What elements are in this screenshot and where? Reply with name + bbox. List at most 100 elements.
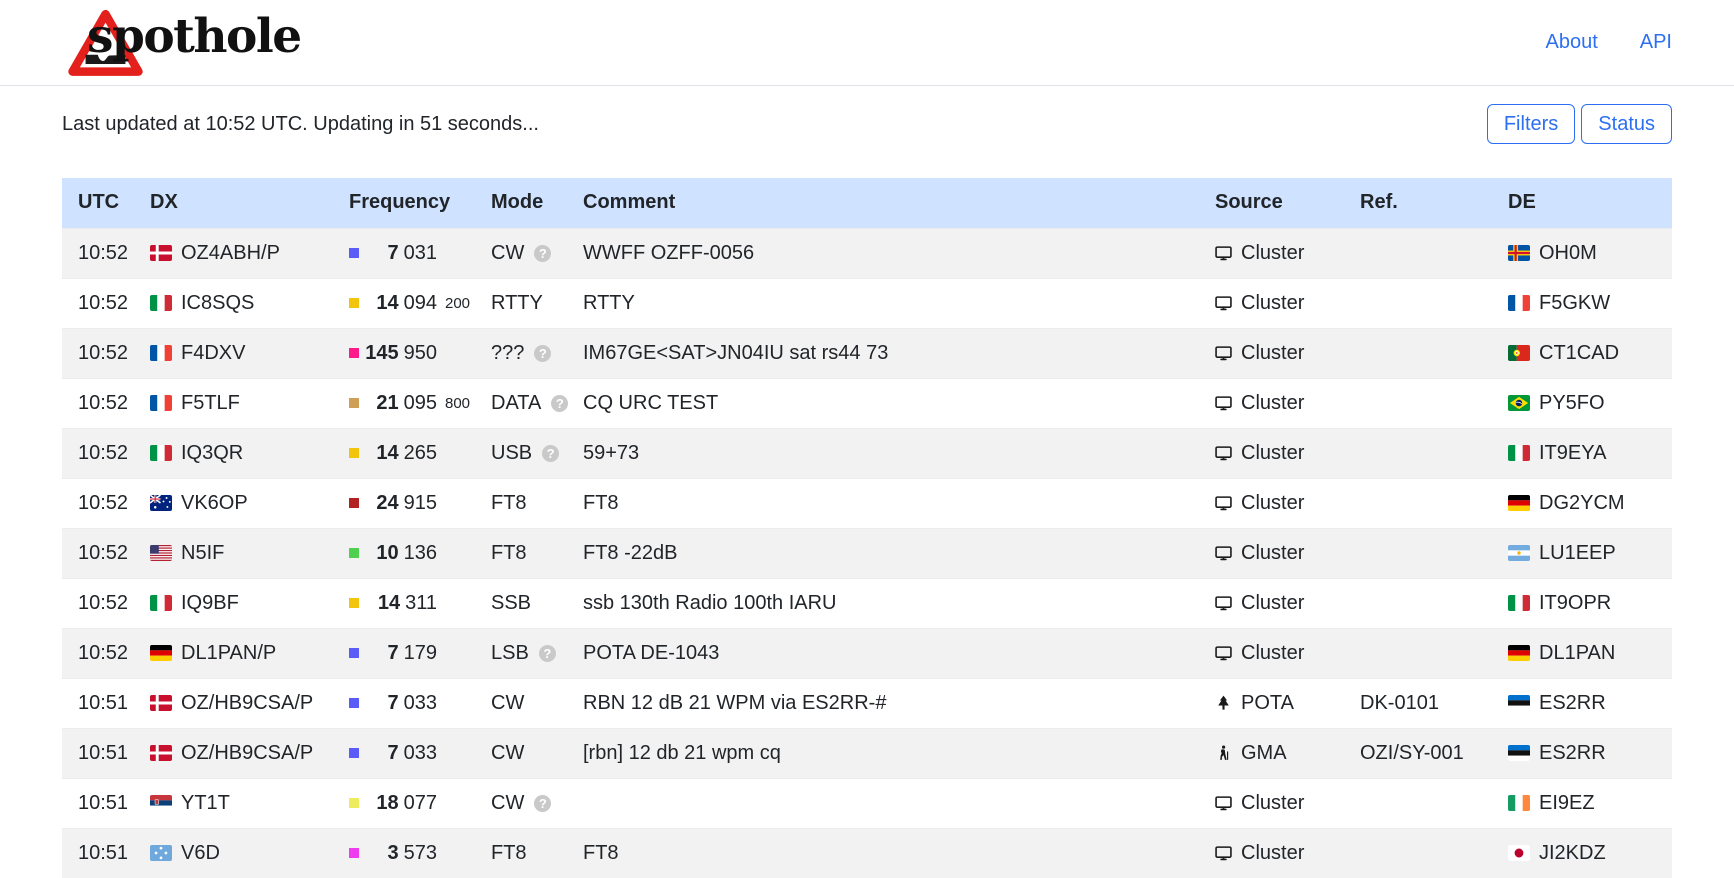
spot-comment: FT8 -22dB: [575, 528, 1205, 578]
dx-callsign: YT1T: [181, 792, 230, 814]
table-row: 10:51 YT1T 18077 CW? Cluster EI9EZ: [62, 778, 1672, 828]
spot-time: 10:52: [62, 478, 140, 528]
frequency-value: 3573: [359, 842, 437, 865]
monitor-icon: [1215, 545, 1232, 562]
spot-ref: [1350, 328, 1495, 378]
mode-label: FT8: [491, 492, 527, 514]
spot-ref: [1350, 628, 1495, 678]
spot-comment: POTA DE-1043: [575, 628, 1205, 678]
spot-time: 10:52: [62, 228, 140, 278]
dx-flag-icon: [150, 845, 172, 861]
monitor-icon: [1215, 445, 1232, 462]
band-indicator-icon: [349, 648, 359, 658]
dx-flag-icon: [150, 695, 172, 711]
mode-label: FT8: [491, 542, 527, 564]
spot-time: 10:52: [62, 578, 140, 628]
de-flag-icon: [1508, 845, 1530, 861]
nav-link-api[interactable]: API: [1640, 31, 1672, 54]
spot-ref: [1350, 828, 1495, 878]
spot-time: 10:51: [62, 828, 140, 878]
dx-flag-icon: [150, 245, 172, 261]
de-callsign: IT9EYA: [1539, 442, 1606, 464]
band-indicator-icon: [349, 298, 359, 308]
frequency-value: 24915: [359, 492, 437, 515]
frequency-value: 14094: [359, 292, 437, 315]
band-indicator-icon: [349, 798, 359, 808]
band-indicator-icon: [349, 548, 359, 558]
source-label: Cluster: [1241, 492, 1304, 514]
table-row: 10:51 OZ/HB9CSA/P 7033 CW [rbn] 12 db 21…: [62, 728, 1672, 778]
mode-help-icon[interactable]: ?: [551, 395, 568, 412]
spot-time: 10:52: [62, 428, 140, 478]
spot-comment: FT8: [575, 478, 1205, 528]
hiker-icon: [1215, 745, 1232, 762]
dx-callsign: OZ/HB9CSA/P: [181, 692, 313, 714]
frequency-value: 21095: [359, 392, 437, 415]
table-row: 10:52 IQ9BF 14311 SSB ssb 130th Radio 10…: [62, 578, 1672, 628]
frequency-value: 7033: [359, 742, 437, 765]
band-indicator-icon: [349, 698, 359, 708]
dx-callsign: OZ4ABH/P: [181, 242, 280, 264]
source-label: Cluster: [1241, 592, 1304, 614]
spot-time: 10:52: [62, 278, 140, 328]
spot-ref: OZI/SY-001: [1350, 728, 1495, 778]
table-row: 10:52 OZ4ABH/P 7031 CW? WWFF OZFF-0056 C…: [62, 228, 1672, 278]
mode-help-icon[interactable]: ?: [534, 345, 551, 362]
mode-help-icon[interactable]: ?: [542, 445, 559, 462]
col-header-frequency: Frequency: [332, 178, 472, 228]
table-row: 10:51 V6D 3573 FT8 FT8 Cluster JI2KDZ: [62, 828, 1672, 878]
dx-flag-icon: [150, 645, 172, 661]
mode-label: CW: [491, 692, 524, 714]
monitor-icon: [1215, 845, 1232, 862]
dx-callsign: N5IF: [181, 542, 224, 564]
col-header-dx: DX: [140, 178, 332, 228]
de-callsign: LU1EEP: [1539, 542, 1616, 564]
col-header-source: Source: [1205, 178, 1350, 228]
frequency-value: 14265: [359, 442, 437, 465]
mode-label: CW: [491, 742, 524, 764]
frequency-value: 7179: [359, 642, 437, 665]
dx-flag-icon: [150, 545, 172, 561]
monitor-icon: [1215, 245, 1232, 262]
mode-label: LSB: [491, 642, 529, 664]
band-indicator-icon: [349, 598, 359, 608]
logo[interactable]: spothole: [62, 3, 392, 83]
source-label: GMA: [1241, 742, 1287, 764]
de-flag-icon: [1508, 795, 1530, 811]
de-callsign: JI2KDZ: [1539, 842, 1606, 864]
monitor-icon: [1215, 295, 1232, 312]
monitor-icon: [1215, 645, 1232, 662]
source-label: Cluster: [1241, 542, 1304, 564]
band-indicator-icon: [349, 248, 359, 258]
spot-ref: DK-0101: [1350, 678, 1495, 728]
mode-help-icon[interactable]: ?: [534, 795, 551, 812]
source-label: Cluster: [1241, 342, 1304, 364]
dx-callsign: IQ3QR: [181, 442, 243, 464]
site-header: spothole About API: [0, 0, 1734, 86]
spot-ref: [1350, 278, 1495, 328]
tree-icon: [1215, 695, 1232, 712]
monitor-icon: [1215, 795, 1232, 812]
monitor-icon: [1215, 345, 1232, 362]
de-callsign: OH0M: [1539, 242, 1597, 264]
spot-comment: RTTY: [575, 278, 1205, 328]
mode-label: SSB: [491, 592, 531, 614]
filters-button[interactable]: Filters: [1487, 104, 1575, 144]
col-header-utc: UTC: [62, 178, 140, 228]
de-callsign: DG2YCM: [1539, 492, 1625, 514]
col-header-mode: Mode: [472, 178, 575, 228]
spot-comment: ssb 130th Radio 100th IARU: [575, 578, 1205, 628]
mode-label: CW: [491, 242, 524, 264]
band-indicator-icon: [349, 398, 359, 408]
source-label: Cluster: [1241, 842, 1304, 864]
de-callsign: F5GKW: [1539, 292, 1610, 314]
status-button[interactable]: Status: [1581, 104, 1672, 144]
nav-link-about[interactable]: About: [1545, 31, 1597, 54]
spot-ref: [1350, 478, 1495, 528]
mode-help-icon[interactable]: ?: [534, 245, 551, 262]
de-callsign: CT1CAD: [1539, 342, 1619, 364]
frequency-hz: 800: [437, 395, 472, 412]
spot-ref: [1350, 428, 1495, 478]
frequency-hz: 200: [437, 295, 472, 312]
mode-help-icon[interactable]: ?: [539, 645, 556, 662]
